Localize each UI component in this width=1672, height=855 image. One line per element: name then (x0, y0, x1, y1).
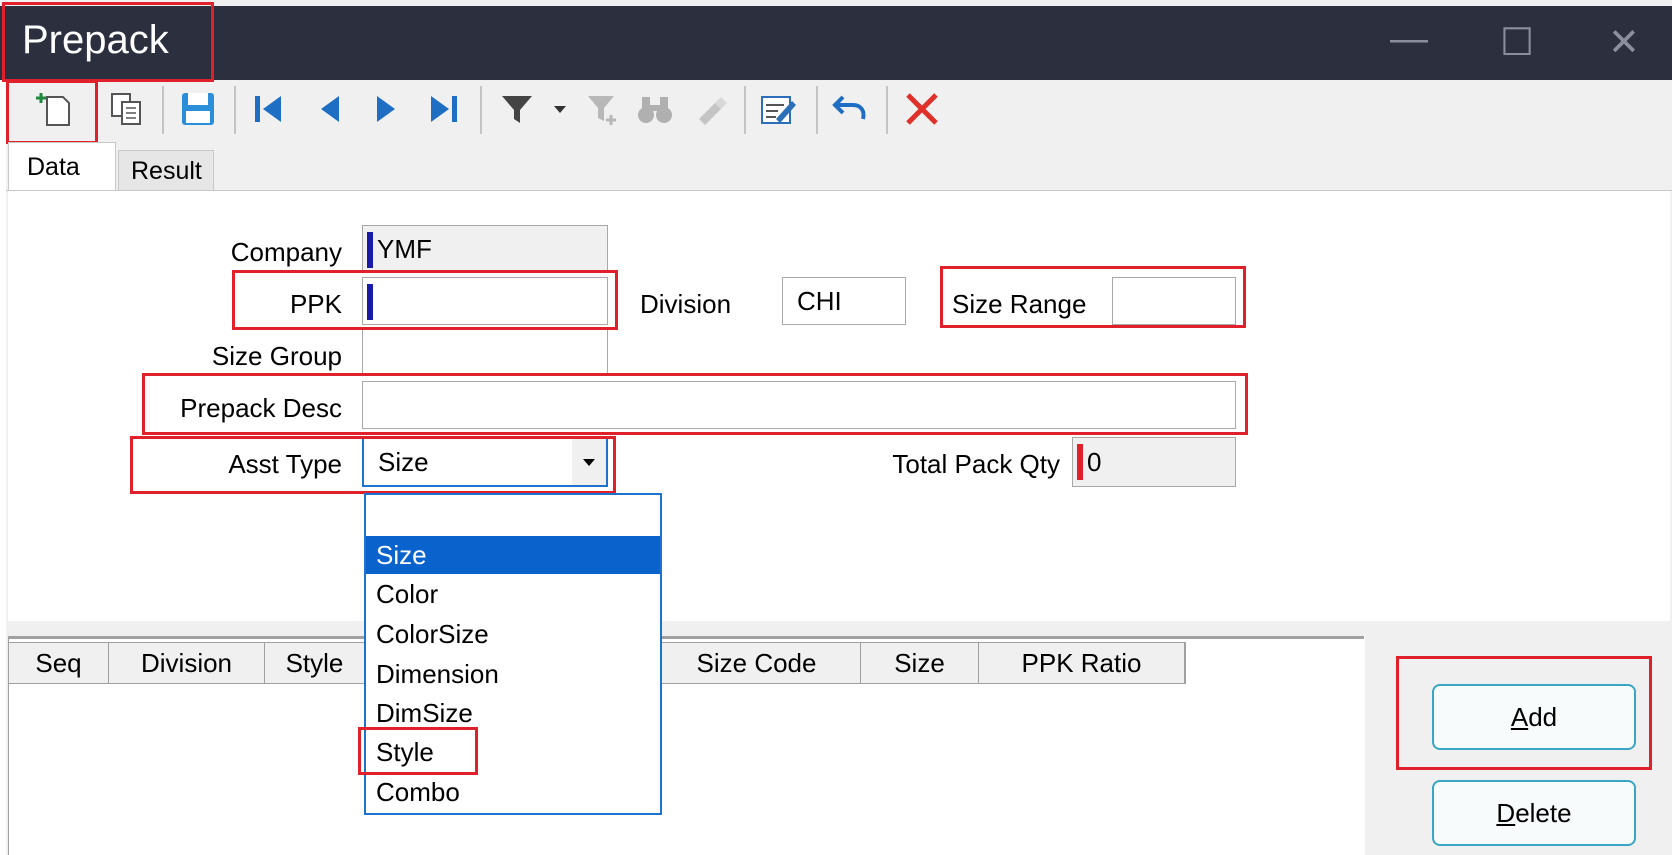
dropdown-option-style[interactable]: Style (366, 733, 660, 771)
maximize-icon[interactable]: ☐ (1500, 20, 1534, 65)
ppk-label: PPK (289, 289, 342, 319)
division-label: Division (640, 289, 732, 319)
copy-icon[interactable] (104, 86, 150, 132)
undo-icon[interactable] (828, 86, 872, 132)
last-record-icon[interactable] (424, 86, 464, 132)
delete-icon[interactable] (900, 86, 944, 132)
ppk-field[interactable] (362, 277, 608, 325)
total-pack-qty-value: 0 (1087, 446, 1102, 477)
total-pack-qty-label: Total Pack Qty (892, 449, 1060, 479)
size-range-label: Size Range (952, 289, 1087, 319)
tab-result[interactable]: Result (118, 150, 214, 190)
new-record-icon[interactable] (30, 86, 80, 132)
toolbar-separator (816, 86, 818, 134)
toolbar-separator (162, 86, 164, 134)
dropdown-option-colorsize[interactable]: ColorSize (366, 615, 660, 653)
company-label: Company (230, 237, 342, 267)
division-value: CHI (797, 285, 842, 316)
dropdown-option-dimension[interactable]: Dimension (366, 655, 660, 693)
column-header-size[interactable]: Size (861, 643, 979, 683)
previous-record-icon[interactable] (310, 86, 350, 132)
filter-dropdown-icon[interactable] (550, 86, 570, 132)
size-group-field[interactable] (362, 328, 608, 376)
delete-button-accelerator: D (1496, 797, 1516, 828)
column-header-division[interactable]: Division (109, 643, 265, 683)
minimize-icon[interactable]: — (1390, 18, 1428, 61)
column-header-seq[interactable]: Seq (9, 643, 109, 683)
toolbar-separator (480, 86, 482, 134)
add-button-accelerator: A (1510, 701, 1529, 732)
toolbar-separator (234, 86, 236, 134)
dropdown-option-blank[interactable] (366, 499, 660, 537)
chevron-down-icon[interactable] (572, 439, 606, 485)
toolbar-separator (744, 86, 746, 134)
next-record-icon[interactable] (366, 86, 406, 132)
required-marker (367, 232, 373, 268)
find-icon[interactable] (634, 86, 676, 132)
delete-button-label: elete (1515, 797, 1572, 828)
dropdown-option-color[interactable]: Color (366, 575, 660, 613)
filter-icon[interactable] (496, 86, 538, 132)
required-marker (1077, 444, 1083, 480)
asst-type-value: Size (378, 446, 429, 477)
dropdown-option-combo[interactable]: Combo (366, 773, 660, 811)
grid-top-border (8, 636, 1364, 639)
column-header-size-code[interactable]: Size Code (653, 643, 861, 683)
asst-type-label: Asst Type (228, 449, 342, 479)
save-icon[interactable] (174, 86, 222, 132)
edit-document-icon[interactable] (756, 86, 800, 132)
company-field[interactable]: YMF (362, 225, 608, 273)
window-title: Prepack (22, 18, 169, 62)
clear-filter-icon[interactable] (582, 86, 624, 132)
dropdown-option-size[interactable]: Size (366, 536, 660, 574)
prepack-desc-field[interactable] (362, 381, 1236, 429)
clear-find-icon[interactable] (690, 86, 732, 132)
asst-type-dropdown-list[interactable]: Size Color ColorSize Dimension DimSize S… (364, 493, 662, 815)
prepack-desc-label: Prepack Desc (180, 393, 342, 423)
total-pack-qty-field: 0 (1072, 437, 1236, 487)
dropdown-option-dimsize[interactable]: DimSize (366, 694, 660, 732)
size-range-field[interactable] (1112, 277, 1236, 325)
add-button-label: dd (1528, 701, 1558, 732)
add-button[interactable]: Add (1432, 684, 1636, 750)
close-icon[interactable]: ✕ (1608, 20, 1640, 65)
toolbar-separator (886, 86, 888, 134)
tab-data[interactable]: Data (8, 142, 116, 192)
company-value: YMF (377, 233, 432, 264)
division-field[interactable]: CHI (782, 277, 906, 325)
size-group-label: Size Group (211, 341, 342, 371)
column-header-ppk-ratio[interactable]: PPK Ratio (979, 643, 1185, 683)
column-header-style[interactable]: Style (265, 643, 365, 683)
delete-button[interactable]: Delete (1432, 780, 1636, 846)
first-record-icon[interactable] (248, 86, 288, 132)
required-marker (367, 284, 373, 320)
